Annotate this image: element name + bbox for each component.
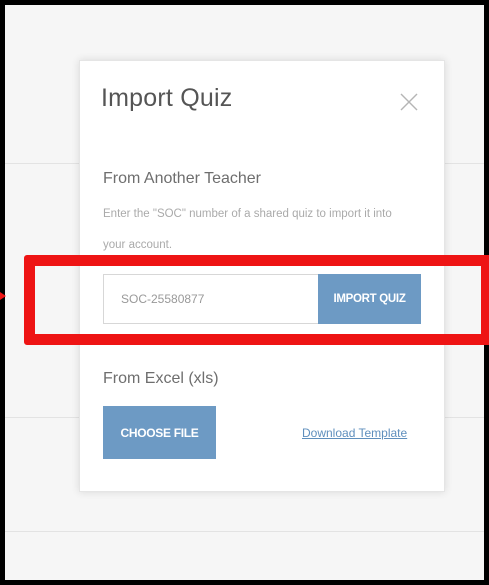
close-icon[interactable]: [398, 91, 420, 113]
excel-heading: From Excel (xls): [103, 370, 219, 387]
soc-hint-text: Enter the "SOC" number of a shared quiz …: [103, 208, 392, 251]
choose-file-button[interactable]: CHOOSE FILE: [103, 406, 216, 459]
another-teacher-heading: From Another Teacher: [103, 170, 262, 187]
modal-title: Import Quiz: [101, 84, 233, 112]
red-arrow-tip: [0, 292, 6, 300]
background-divider: [5, 531, 484, 532]
red-highlight-box: [24, 255, 489, 345]
download-template-link[interactable]: Download Template: [302, 426, 407, 440]
